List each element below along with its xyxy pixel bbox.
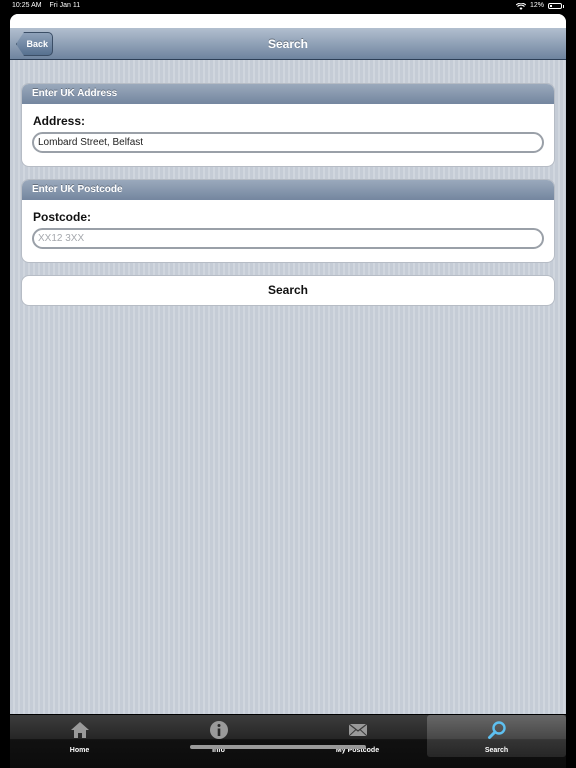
screen: 10:25 AM Fri Jan 11 12% Back Search Ente… [0,0,576,768]
postcode-card: Enter UK Postcode Postcode: [21,179,555,263]
tab-home[interactable]: Home [10,715,149,757]
tab-info[interactable]: Info [149,715,288,757]
address-card: Enter UK Address Address: [21,83,555,167]
search-button[interactable]: Search [21,275,555,306]
tab-search-label: Search [484,747,509,754]
navigation-bar: Back Search [10,28,566,60]
top-white-strip [10,14,566,28]
battery-icon [548,3,562,9]
app-window: Back Search Enter UK Address Address: En… [10,14,566,768]
address-section-header: Enter UK Address [22,84,554,104]
address-label: Address: [33,114,86,128]
postcode-label: Postcode: [33,210,92,224]
tab-bar: Home Info My Postcode Search [10,714,566,768]
battery-cap [563,4,564,8]
tab-search[interactable]: Search [427,715,566,757]
postcode-section-header: Enter UK Postcode [22,180,554,200]
home-indicator [190,745,366,749]
address-input[interactable] [32,132,544,153]
magnifier-icon [487,720,507,740]
wifi-icon [515,2,526,10]
page-title: Search [267,37,309,51]
envelope-icon [348,720,368,740]
home-icon [70,720,90,740]
status-time: 10:25 AM [12,2,42,9]
battery-percent: 12% [529,2,544,9]
info-icon [209,720,229,740]
tab-home-label: Home [69,747,90,754]
status-date: Fri Jan 11 [49,2,81,9]
status-bar: 10:25 AM Fri Jan 11 12% [0,0,576,12]
postcode-input[interactable] [32,228,544,249]
tab-my-postcode[interactable]: My Postcode [288,715,427,757]
